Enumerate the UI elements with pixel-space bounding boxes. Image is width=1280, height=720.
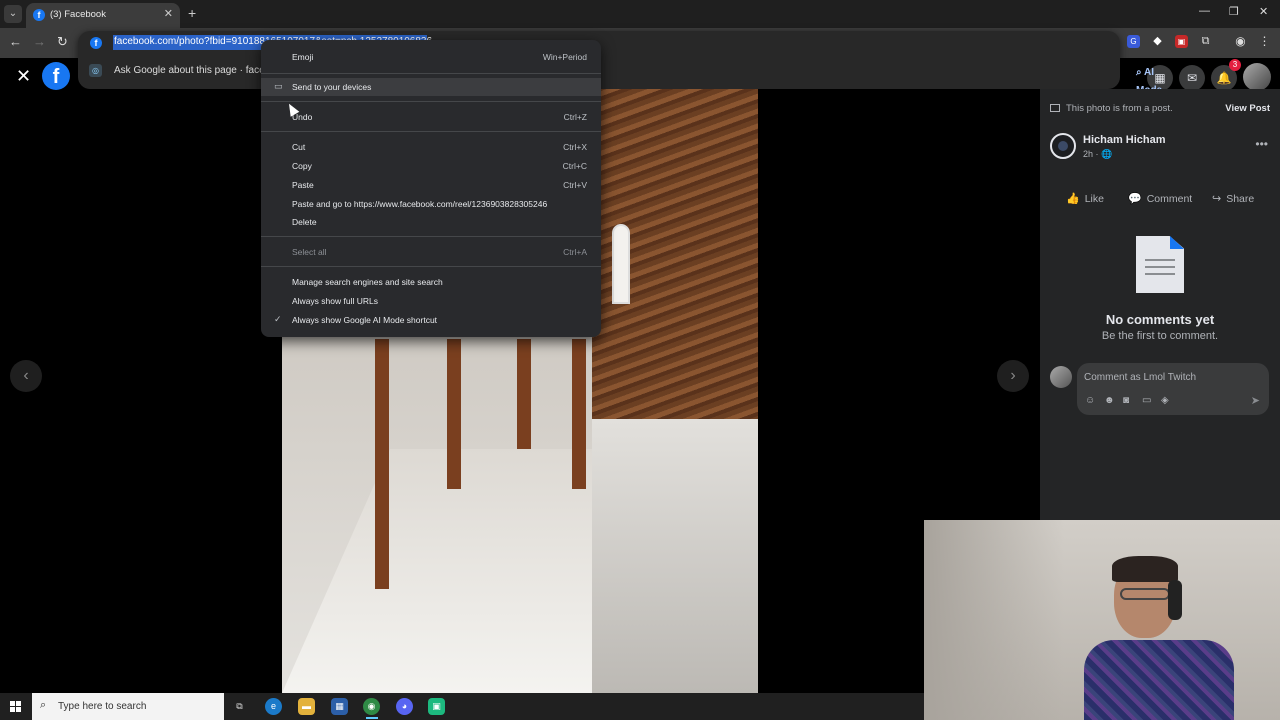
windows-start-icon[interactable] bbox=[10, 701, 21, 712]
account-avatar[interactable] bbox=[1243, 63, 1271, 91]
close-viewer-icon[interactable]: ✕ bbox=[16, 66, 31, 87]
avatar-sticker-icon[interactable]: ☺ bbox=[1085, 395, 1095, 406]
comment-input[interactable]: Comment as Lmol Twitch ☺ ☻ ◙ ▭ ◈ ➤ bbox=[1077, 363, 1269, 415]
windows-taskbar: ⌕ Type here to search ⧉ e ▬ ▦ ◉ ◕ ▣ bbox=[0, 693, 924, 720]
like-button[interactable]: 👍 Like bbox=[1066, 192, 1104, 205]
back-icon[interactable]: ← bbox=[9, 34, 22, 49]
menu-item-copy[interactable]: Copy Ctrl+C bbox=[261, 157, 601, 175]
comment-icon: 💬 bbox=[1128, 193, 1142, 205]
search-icon: ⌕ bbox=[40, 699, 47, 711]
gif-icon[interactable]: ▭ bbox=[1142, 395, 1151, 406]
sticker-icon[interactable]: ◈ bbox=[1161, 395, 1169, 406]
file-explorer-icon[interactable]: ▬ bbox=[298, 698, 315, 715]
menu-item-send-to-devices[interactable]: ▭ Send to your devices bbox=[261, 78, 601, 96]
menu-item-show-full-urls[interactable]: Always show full URLs bbox=[261, 292, 601, 310]
extensions-icon[interactable]: ⧉ bbox=[1199, 35, 1212, 48]
post-time: 2h · 🌐 bbox=[1083, 149, 1113, 159]
menu-item-ai-mode-shortcut[interactable]: ✓ Always show Google AI Mode shortcut bbox=[261, 311, 601, 329]
new-tab-icon[interactable]: + bbox=[188, 5, 196, 21]
minimize-icon[interactable]: — bbox=[1199, 5, 1210, 17]
ai-mode-button[interactable]: ⌕ AI Mode bbox=[1130, 64, 1168, 96]
tab-close-icon[interactable]: ✕ bbox=[164, 7, 173, 20]
share-button[interactable]: ↪ Share bbox=[1212, 192, 1254, 205]
translate-icon[interactable]: G bbox=[1127, 35, 1140, 48]
post-icon bbox=[1050, 104, 1060, 113]
chrome-icon[interactable]: ◉ bbox=[363, 698, 380, 715]
context-menu: Emoji Win+Period ▭ Send to your devices U… bbox=[261, 40, 601, 337]
post-actions: 👍 Like 💬 Comment ↪ Share bbox=[1040, 189, 1280, 209]
webcam-overlay bbox=[924, 520, 1280, 720]
close-window-icon[interactable]: ✕ bbox=[1259, 5, 1268, 18]
previous-photo-icon[interactable]: ‹ bbox=[10, 360, 42, 392]
extension-diamond-icon[interactable]: ◆ bbox=[1151, 35, 1164, 48]
comment-button[interactable]: 💬 Comment bbox=[1128, 192, 1192, 205]
forward-icon[interactable]: → bbox=[33, 34, 46, 49]
taskbar-search-placeholder: Type here to search bbox=[58, 701, 147, 712]
share-icon: ↪ bbox=[1212, 193, 1222, 205]
store-icon[interactable]: ▦ bbox=[331, 698, 348, 715]
menu-item-select-all: Select all Ctrl+A bbox=[292, 247, 587, 257]
view-post-link[interactable]: View Post bbox=[1225, 103, 1270, 114]
facebook-favicon-icon: f bbox=[33, 9, 45, 21]
menu-icon[interactable]: ⋮ bbox=[1258, 35, 1271, 48]
menu-item-delete[interactable]: Delete bbox=[261, 213, 601, 231]
tab-strip: ⌄ f (3) Facebook ✕ + — ❐ ✕ bbox=[0, 0, 1280, 28]
tab-facebook[interactable]: f (3) Facebook ✕ bbox=[26, 3, 180, 28]
facebook-favicon-icon: f bbox=[90, 37, 102, 49]
restore-icon[interactable]: ❐ bbox=[1229, 5, 1239, 18]
tab-search-icon[interactable]: ⌄ bbox=[4, 5, 22, 23]
discord-icon[interactable]: ◕ bbox=[396, 698, 413, 715]
notification-badge: 3 bbox=[1229, 59, 1241, 71]
messenger-icon[interactable]: ✉ bbox=[1179, 65, 1205, 91]
author-avatar[interactable] bbox=[1050, 133, 1076, 159]
next-photo-icon[interactable]: › bbox=[997, 360, 1029, 392]
task-view-icon[interactable]: ⧉ bbox=[231, 698, 248, 715]
taskbar-search[interactable]: ⌕ Type here to search bbox=[32, 693, 224, 720]
profile-icon[interactable]: ◉ bbox=[1234, 35, 1247, 48]
menu-item-manage-search-engines[interactable]: Manage search engines and site search bbox=[261, 273, 601, 291]
menu-item-undo[interactable]: Undo Ctrl+Z bbox=[261, 108, 601, 126]
post-source-note: This photo is from a post. bbox=[1050, 103, 1173, 114]
post-details-panel: This photo is from a post. View Post Hic… bbox=[1040, 89, 1280, 520]
camera-icon[interactable]: ◙ bbox=[1123, 395, 1129, 406]
emoji-icon[interactable]: ☻ bbox=[1104, 395, 1115, 406]
google-lens-icon: ◎ bbox=[89, 64, 102, 77]
app-icon[interactable]: ▣ bbox=[428, 698, 445, 715]
no-comments-subtitle: Be the first to comment. bbox=[1101, 330, 1219, 342]
no-comments-title: No comments yet bbox=[1105, 312, 1215, 327]
author-name[interactable]: Hicham Hicham bbox=[1083, 134, 1166, 146]
globe-icon: 🌐 bbox=[1101, 149, 1113, 159]
menu-item-paste-and-go[interactable]: Paste and go to https://www.facebook.com… bbox=[261, 195, 601, 213]
ask-google-suggestion[interactable]: Ask Google about this page · faceb bbox=[114, 65, 270, 76]
checkmark-icon: ✓ bbox=[274, 314, 282, 324]
tab-title: (3) Facebook bbox=[50, 9, 106, 20]
pdf-extension-icon[interactable]: ▣ bbox=[1175, 35, 1188, 48]
menu-item-cut[interactable]: Cut Ctrl+X bbox=[261, 138, 601, 156]
facebook-logo[interactable]: f bbox=[42, 62, 70, 90]
menu-item-emoji[interactable]: Emoji Win+Period bbox=[261, 48, 601, 66]
commenter-avatar bbox=[1050, 366, 1072, 388]
more-options-icon[interactable]: ••• bbox=[1255, 137, 1268, 151]
devices-icon: ▭ bbox=[274, 81, 283, 91]
comment-placeholder: Comment as Lmol Twitch bbox=[1084, 372, 1197, 383]
like-icon: 👍 bbox=[1066, 193, 1080, 205]
send-icon[interactable]: ➤ bbox=[1251, 394, 1260, 407]
edge-icon[interactable]: e bbox=[265, 698, 282, 715]
reload-icon[interactable]: ↻ bbox=[57, 34, 68, 50]
menu-item-paste[interactable]: Paste Ctrl+V bbox=[261, 176, 601, 194]
